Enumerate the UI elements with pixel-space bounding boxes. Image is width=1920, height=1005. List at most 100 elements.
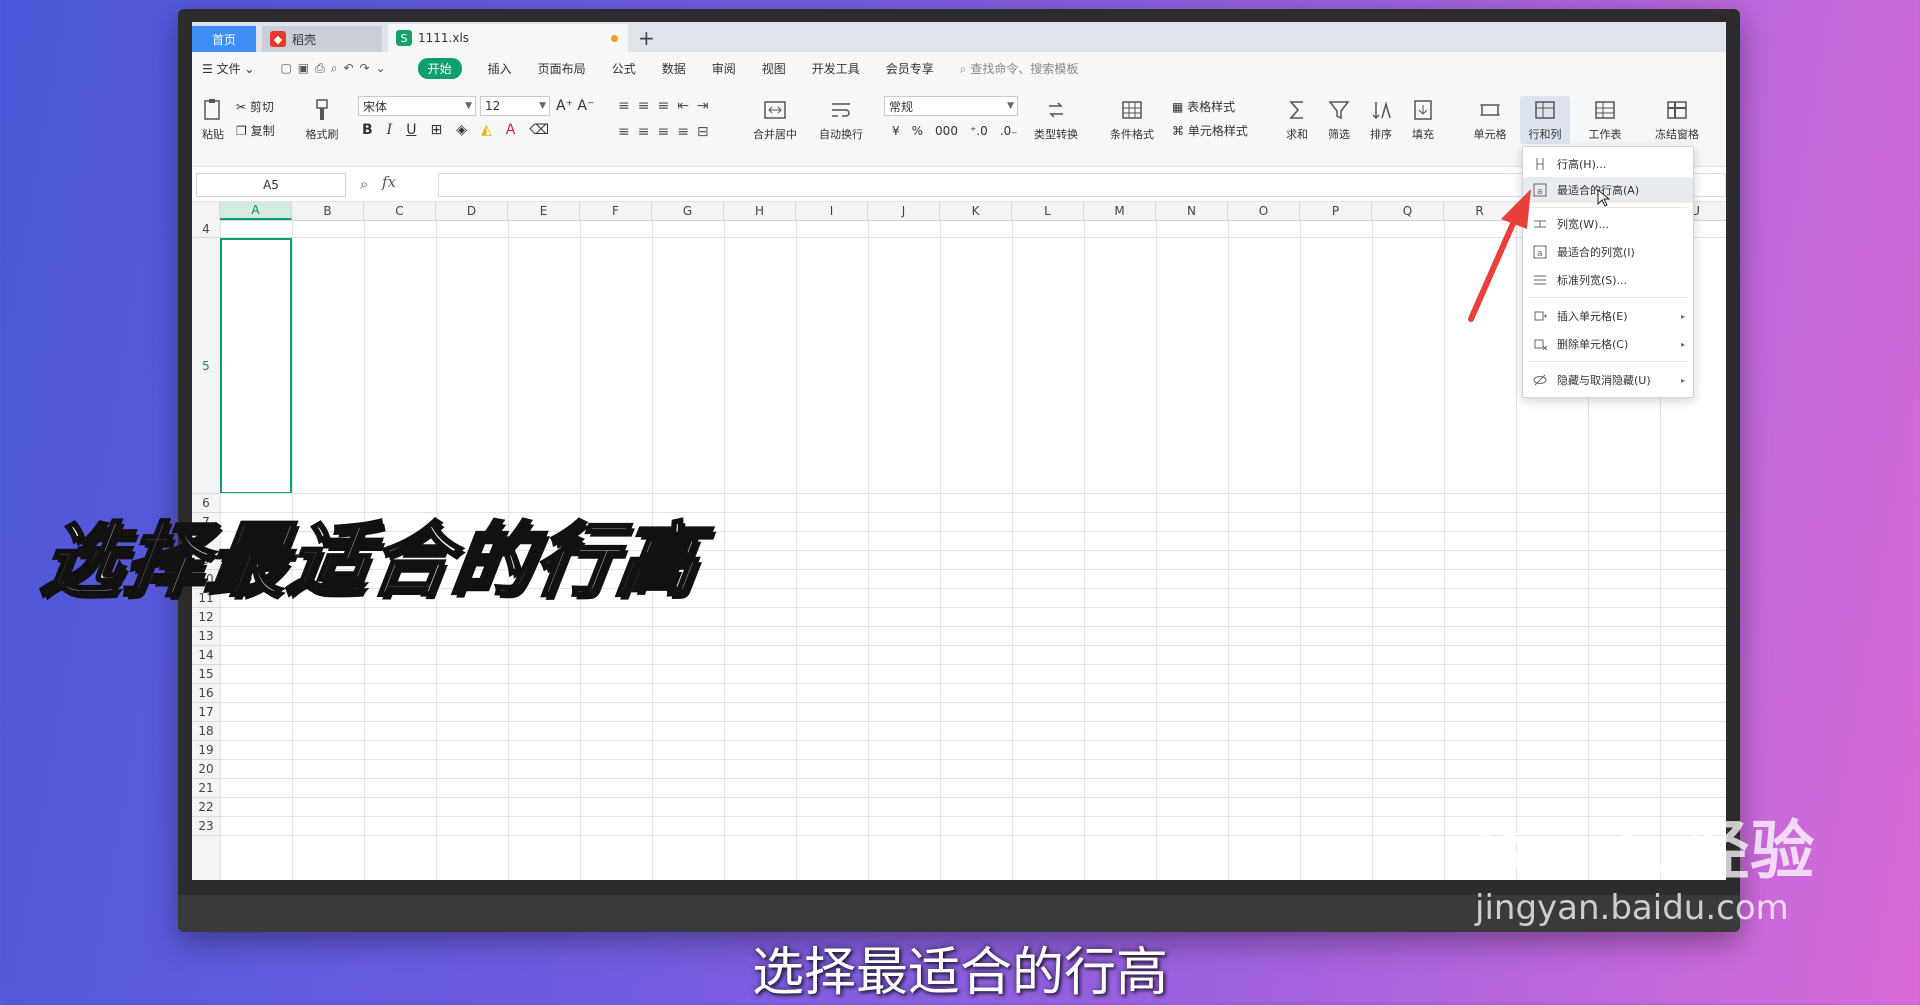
- row-header[interactable]: 13: [192, 627, 220, 646]
- column-header[interactable]: N: [1156, 202, 1228, 220]
- underline-button[interactable]: U: [406, 122, 416, 138]
- tab-start[interactable]: 开始: [417, 57, 462, 79]
- merge-center-button[interactable]: 合并居中: [750, 98, 800, 142]
- tab-home[interactable]: 首页: [192, 26, 256, 52]
- row-header[interactable]: 21: [192, 779, 220, 798]
- row-header[interactable]: 20: [192, 760, 220, 779]
- clear-format-icon[interactable]: ⌫: [529, 122, 549, 138]
- column-header[interactable]: O: [1228, 202, 1300, 220]
- filter-button[interactable]: 筛选: [1322, 98, 1356, 142]
- copy-icon: ❐: [236, 123, 247, 138]
- tab-formula[interactable]: 公式: [612, 60, 636, 77]
- thousands-button[interactable]: 000: [935, 124, 958, 138]
- fill-color-icon[interactable]: ◈: [456, 122, 467, 138]
- menu-best-col-width[interactable]: a 最适合的列宽(I): [1523, 239, 1693, 265]
- percent-button[interactable]: %: [912, 124, 923, 138]
- paste-button[interactable]: 粘贴: [198, 98, 228, 142]
- cut-label: 剪切: [249, 100, 274, 114]
- menu-hide-unhide[interactable]: 隐藏与取消隐藏(U) ▸: [1523, 367, 1693, 393]
- menu-delete-cell[interactable]: 删除单元格(C) ▸: [1523, 331, 1693, 357]
- border-icon[interactable]: ⊞: [430, 122, 442, 138]
- fill-button[interactable]: 填充: [1406, 98, 1440, 142]
- column-header[interactable]: H: [724, 202, 796, 220]
- column-header[interactable]: Q: [1372, 202, 1444, 220]
- row-header[interactable]: 18: [192, 722, 220, 741]
- command-search[interactable]: ⌕ 查找命令、搜索模板: [960, 60, 1079, 77]
- menu-row-height[interactable]: 行高(H)...: [1523, 151, 1693, 177]
- number-format-select[interactable]: 常规 ▼: [884, 96, 1018, 116]
- column-header[interactable]: K: [940, 202, 1012, 220]
- column-header[interactable]: I: [796, 202, 868, 220]
- name-box[interactable]: A5: [196, 173, 346, 197]
- menu-best-col-width-label: 最适合的列宽(I): [1557, 246, 1635, 259]
- column-header[interactable]: M: [1084, 202, 1156, 220]
- column-header[interactable]: D: [436, 202, 508, 220]
- column-header[interactable]: J: [868, 202, 940, 220]
- currency-button[interactable]: ¥: [892, 124, 900, 138]
- column-header[interactable]: C: [364, 202, 436, 220]
- highlight-icon[interactable]: ◭: [481, 122, 492, 138]
- new-tab-button[interactable]: +: [638, 24, 655, 52]
- font-color-icon[interactable]: A: [506, 122, 516, 138]
- tab-vip[interactable]: 会员专享: [886, 60, 934, 77]
- font-family-select[interactable]: 宋体 ▼: [358, 96, 476, 116]
- column-header[interactable]: L: [1012, 202, 1084, 220]
- decrease-decimal-icon[interactable]: .0₋: [1000, 124, 1018, 138]
- cut-button[interactable]: ✂ 剪切: [236, 98, 274, 115]
- menu-std-col-width[interactable]: 标准列宽(S)...: [1523, 267, 1693, 293]
- cell-button[interactable]: 单元格: [1468, 98, 1512, 142]
- copy-button[interactable]: ❐ 复制: [236, 122, 275, 139]
- quick-access-icons[interactable]: ▢▣⎙⌕↶↷⌄: [280, 61, 391, 76]
- sum-button[interactable]: 求和: [1280, 98, 1314, 142]
- bold-button[interactable]: B: [362, 122, 373, 138]
- row-header[interactable]: 4: [192, 220, 220, 238]
- row-header[interactable]: 23: [192, 817, 220, 836]
- zoom-icon[interactable]: ⌕: [360, 175, 368, 193]
- freeze-panes-button[interactable]: 冻结窗格: [1648, 98, 1706, 142]
- row-header[interactable]: 17: [192, 703, 220, 722]
- column-header[interactable]: G: [652, 202, 724, 220]
- select-all-corner[interactable]: [192, 202, 220, 220]
- tab-daoke[interactable]: ◆ 稻壳: [262, 26, 382, 52]
- type-convert-button[interactable]: 类型转换: [1028, 98, 1084, 142]
- tab-file[interactable]: S 1111.xls: [388, 24, 628, 52]
- tab-view[interactable]: 视图: [762, 60, 786, 77]
- row-header[interactable]: 16: [192, 684, 220, 703]
- tab-layout[interactable]: 页面布局: [538, 60, 586, 77]
- column-header[interactable]: F: [580, 202, 652, 220]
- wrap-text-button[interactable]: 自动换行: [816, 98, 866, 142]
- row-header[interactable]: 14: [192, 646, 220, 665]
- column-header[interactable]: B: [292, 202, 364, 220]
- fx-button[interactable]: fx: [382, 173, 396, 191]
- row-header[interactable]: 22: [192, 798, 220, 817]
- italic-button[interactable]: I: [387, 122, 393, 138]
- align-top-row[interactable]: ≡≡≡⇤⇥: [618, 98, 717, 114]
- cond-format-button[interactable]: 条件格式: [1104, 98, 1160, 142]
- unsaved-dot: [611, 34, 618, 42]
- row-header[interactable]: 5: [192, 238, 220, 494]
- tab-insert[interactable]: 插入: [488, 60, 512, 77]
- row-header[interactable]: 15: [192, 665, 220, 684]
- row-header[interactable]: 19: [192, 741, 220, 760]
- row-col-button[interactable]: 行和列: [1520, 96, 1570, 144]
- tab-dev[interactable]: 开发工具: [812, 60, 860, 77]
- tab-review[interactable]: 审阅: [712, 60, 736, 77]
- font-size-select[interactable]: 12 ▼: [480, 96, 550, 116]
- selected-cell-a5[interactable]: [220, 238, 292, 494]
- menu-insert-cell[interactable]: 插入单元格(E) ▸: [1523, 303, 1693, 329]
- sheet-button[interactable]: 工作表: [1580, 98, 1630, 142]
- column-header[interactable]: A: [220, 202, 292, 220]
- increase-decimal-icon[interactable]: ⁺.0: [970, 124, 988, 138]
- file-menu[interactable]: ☰ 文件 ⌄: [202, 60, 254, 77]
- tab-data[interactable]: 数据: [662, 60, 686, 77]
- sort-button[interactable]: 排序: [1364, 98, 1398, 142]
- align-bottom-row[interactable]: ≡≡≡≡⊟: [618, 124, 717, 140]
- caption-overlay-large: 选择最适合的行高: [35, 513, 707, 609]
- menu-col-width[interactable]: 列宽(W)...: [1523, 211, 1693, 237]
- font-grow-shrink[interactable]: A⁺ A⁻: [556, 98, 594, 114]
- table-style-button[interactable]: ▦ 表格样式: [1172, 98, 1235, 115]
- column-header[interactable]: E: [508, 202, 580, 220]
- column-header[interactable]: P: [1300, 202, 1372, 220]
- format-painter-button[interactable]: 格式刷: [302, 98, 342, 142]
- cell-style-button[interactable]: ⌘ 单元格样式: [1172, 122, 1248, 139]
